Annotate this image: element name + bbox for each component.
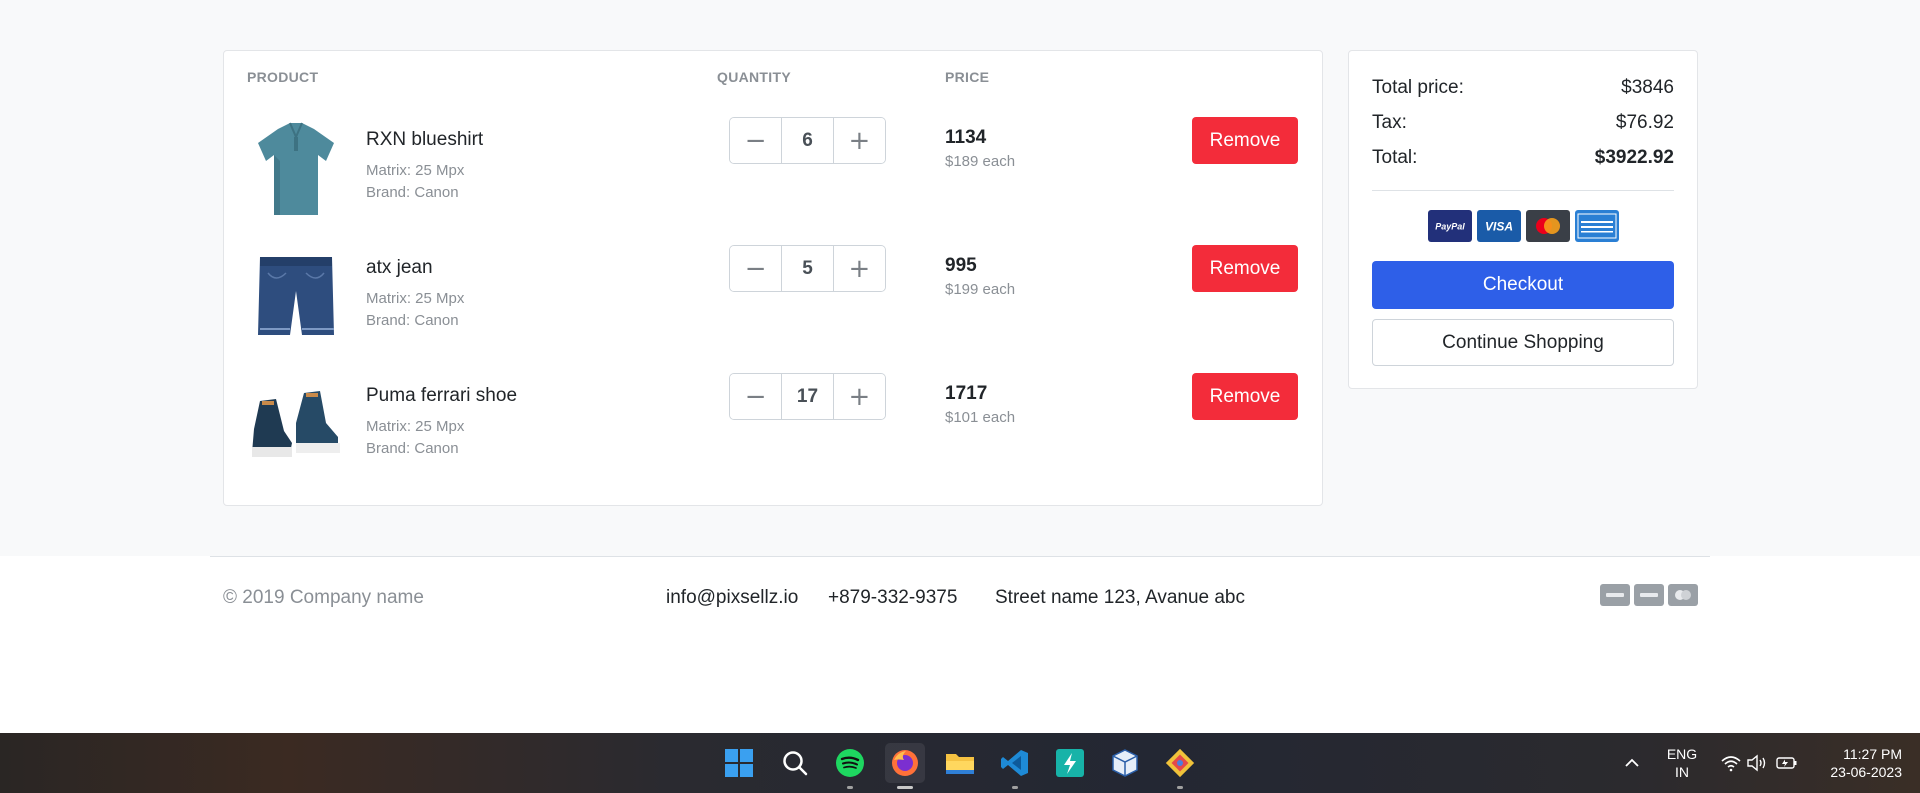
unit-price: $101 each — [945, 409, 1016, 426]
clock-time: 11:27 PM — [1843, 746, 1902, 762]
footer: © 2019 Company name info@pixsellz.io +87… — [0, 556, 1920, 733]
header-quantity: QUANTITY — [717, 69, 791, 85]
total-price-row: Total price: $3846 — [1372, 77, 1674, 99]
footer-email-link[interactable]: info@pixsellz.io — [666, 587, 798, 609]
footer-payment-methods — [1600, 584, 1698, 606]
unit-price: $189 each — [945, 153, 1016, 170]
region-code: IN — [1675, 764, 1689, 780]
active-indicator — [897, 786, 913, 789]
payment-methods: PayPal VISA — [1349, 210, 1697, 242]
quantity-stepper: − 17 + — [729, 373, 886, 420]
continue-shopping-button[interactable]: Continue Shopping — [1372, 319, 1674, 366]
tax-label: Tax: — [1372, 112, 1407, 133]
paypal-icon: PayPal — [1427, 210, 1472, 242]
grand-total-row: Total: $3922.92 — [1372, 147, 1674, 169]
spotify-icon[interactable] — [830, 743, 870, 789]
mastercard-icon — [1525, 210, 1570, 242]
copyright-text: © 2019 Company name — [223, 587, 424, 608]
product-image-shirt — [246, 115, 346, 225]
tax-value: $76.92 — [1615, 112, 1674, 133]
decrease-quantity-button[interactable]: − — [730, 118, 782, 163]
footer-address-link[interactable]: Street name 123, Avanue abc — [995, 587, 1245, 609]
product-brand: Brand: Canon — [366, 184, 459, 201]
running-indicator — [847, 786, 853, 789]
vscode-icon[interactable] — [995, 743, 1035, 789]
remove-button[interactable]: Remove — [1192, 373, 1298, 420]
svg-text:PayPal: PayPal — [1435, 222, 1465, 232]
paypal-icon — [1634, 584, 1664, 606]
line-total: 1134 — [945, 127, 987, 148]
grand-total-label: Total: — [1372, 147, 1418, 168]
taskbar: ENG IN 11:27 PM 23-06-2023 — [0, 733, 1920, 793]
visa-icon — [1600, 584, 1630, 606]
quantity-value[interactable]: 5 — [781, 246, 834, 291]
svg-text:VISA: VISA — [1484, 220, 1512, 234]
footer-divider — [210, 556, 1710, 557]
clock[interactable]: 11:27 PM 23-06-2023 — [1812, 745, 1902, 781]
decrease-quantity-button[interactable]: − — [730, 374, 782, 419]
visa-icon: VISA — [1476, 210, 1521, 242]
virtualbox-icon[interactable] — [1105, 743, 1145, 783]
running-indicator — [1177, 786, 1183, 789]
increase-quantity-button[interactable]: + — [833, 118, 885, 163]
language-indicator[interactable]: ENG IN — [1664, 745, 1700, 781]
cart-row: Puma ferrari shoe Matrix: 25 Mpx Brand: … — [224, 361, 1324, 489]
unit-price: $199 each — [945, 281, 1016, 298]
cart-table: PRODUCT QUANTITY PRICE RXN blueshirt Mat… — [223, 50, 1323, 506]
file-explorer-icon[interactable] — [940, 743, 980, 783]
total-price-label: Total price: — [1372, 77, 1464, 98]
mastercard-icon — [1668, 584, 1698, 606]
grand-total-value: $3922.92 — [1594, 147, 1674, 168]
git-icon[interactable] — [1160, 743, 1200, 789]
product-matrix: Matrix: 25 Mpx — [366, 418, 465, 435]
cart-row: atx jean Matrix: 25 Mpx Brand: Canon − 5… — [224, 233, 1324, 361]
remove-button[interactable]: Remove — [1192, 117, 1298, 164]
product-name: RXN blueshirt — [366, 129, 484, 150]
windows-start-icon[interactable] — [719, 743, 759, 783]
product-name: atx jean — [366, 257, 433, 278]
chevron-up-icon[interactable] — [1612, 743, 1652, 783]
line-total: 995 — [945, 255, 977, 276]
quantity-value[interactable]: 6 — [781, 118, 834, 163]
increase-quantity-button[interactable]: + — [833, 246, 885, 291]
total-price-value: $3846 — [1621, 77, 1674, 98]
amex-icon — [1574, 210, 1619, 242]
firefox-icon[interactable] — [885, 743, 925, 789]
header-product: PRODUCT — [247, 69, 319, 85]
summary-divider — [1372, 190, 1674, 191]
running-indicator — [1012, 786, 1018, 789]
search-icon[interactable] — [775, 743, 815, 783]
header-price: PRICE — [945, 69, 990, 85]
product-brand: Brand: Canon — [366, 440, 459, 457]
remove-button[interactable]: Remove — [1192, 245, 1298, 292]
product-matrix: Matrix: 25 Mpx — [366, 162, 465, 179]
app-icon[interactable] — [1050, 743, 1090, 783]
product-name: Puma ferrari shoe — [366, 385, 518, 406]
cart-row: RXN blueshirt Matrix: 25 Mpx Brand: Cano… — [224, 105, 1324, 233]
volume-icon[interactable] — [1742, 743, 1772, 783]
checkout-button[interactable]: Checkout — [1372, 261, 1674, 309]
tax-row: Tax: $76.92 — [1372, 112, 1674, 134]
increase-quantity-button[interactable]: + — [833, 374, 885, 419]
product-matrix: Matrix: 25 Mpx — [366, 290, 465, 307]
quantity-stepper: − 5 + — [729, 245, 886, 292]
cart-page: PRODUCT QUANTITY PRICE RXN blueshirt Mat… — [0, 0, 1920, 733]
footer-phone-link[interactable]: +879-332-9375 — [828, 587, 957, 609]
clock-date: 23-06-2023 — [1830, 764, 1902, 780]
line-total: 1717 — [945, 383, 988, 404]
product-brand: Brand: Canon — [366, 312, 459, 329]
product-image-shoe — [246, 371, 346, 481]
quantity-stepper: − 6 + — [729, 117, 886, 164]
order-summary: Total price: $3846 Tax: $76.92 Total: $3… — [1348, 50, 1698, 389]
product-image-jean — [246, 243, 346, 353]
quantity-value[interactable]: 17 — [781, 374, 834, 419]
decrease-quantity-button[interactable]: − — [730, 246, 782, 291]
battery-icon[interactable] — [1772, 743, 1802, 783]
language-code: ENG — [1666, 746, 1698, 762]
